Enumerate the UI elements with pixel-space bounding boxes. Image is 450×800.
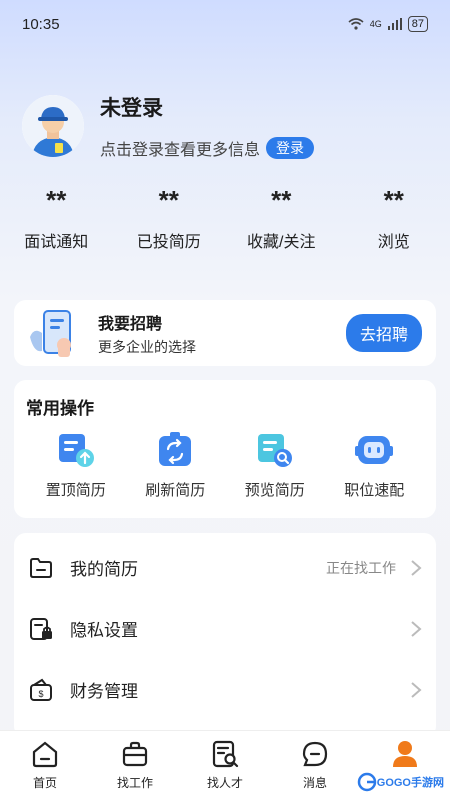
op-label: 预览简历 [244, 482, 305, 499]
status-bar: 10:35 4G 87 [0, 0, 450, 48]
recruit-title: 我要招聘 [98, 315, 163, 333]
avatar-worker-icon [22, 95, 84, 157]
tab-label: 找人才 [206, 776, 243, 790]
privacy-lock-icon [28, 616, 54, 642]
avatar[interactable] [22, 95, 84, 157]
user-icon [390, 739, 420, 769]
status-icons: 4G 87 [348, 16, 428, 32]
folder-icon [28, 555, 54, 581]
watermark-logo: GOGO手游网 [357, 772, 444, 792]
login-button[interactable]: 登录 [266, 137, 315, 159]
svg-text:$: $ [38, 689, 43, 699]
chevron-right-icon [411, 681, 422, 698]
tab-home[interactable]: 首页 [0, 731, 90, 800]
stat-label: 收藏/关注 [247, 234, 316, 251]
stat-interview-notice[interactable]: ** 面试通知 [0, 182, 113, 252]
preview-resume-icon [254, 429, 296, 471]
network-type: 4G [369, 19, 382, 29]
tab-label: 消息 [302, 776, 327, 790]
home-icon [30, 739, 60, 769]
common-operations-card: 常用操作 置顶简历 刷新简历 预览简历 职位速配 [14, 380, 436, 518]
menu-label: 我的简历 [70, 560, 138, 579]
find-talent-icon [210, 739, 240, 769]
stat-label: 面试通知 [24, 234, 89, 251]
signal-icon [387, 18, 402, 30]
menu-item-my-resume[interactable]: 我的简历 正在找工作 [14, 539, 436, 596]
wifi-icon [348, 18, 364, 30]
tab-find-job[interactable]: 找工作 [90, 731, 180, 800]
op-label: 职位速配 [344, 482, 405, 499]
stat-views[interactable]: ** 浏览 [338, 182, 450, 252]
op-pin-resume[interactable]: 置顶简历 [26, 429, 126, 500]
recruit-phone-icon [30, 310, 71, 357]
login-hint[interactable]: 点击登录查看更多信息 [100, 136, 260, 160]
menu-item-privacy[interactable]: 隐私设置 [14, 600, 436, 657]
wallet-icon: $ [28, 677, 54, 703]
resume-top-icon [55, 429, 97, 471]
stat-value: ** [383, 185, 404, 215]
stat-sent-resumes[interactable]: ** 已投简历 [113, 182, 226, 252]
username[interactable]: 未登录 [100, 92, 314, 122]
recruit-subtitle: 更多企业的选择 [98, 338, 196, 355]
menu-label: 财务管理 [70, 682, 138, 701]
battery-indicator: 87 [407, 16, 428, 32]
chevron-right-icon [411, 559, 422, 576]
stat-label: 浏览 [377, 234, 410, 251]
go-recruit-button[interactable]: 去招聘 [345, 314, 422, 352]
watermark-text: GOGO手游网 [376, 777, 444, 789]
menu-item-finance[interactable]: $ 财务管理 [14, 661, 436, 718]
stat-value: ** [46, 185, 67, 215]
stats-row: ** 面试通知 ** 已投简历 ** 收藏/关注 ** 浏览 [0, 182, 450, 252]
stat-favorites[interactable]: ** 收藏/关注 [225, 182, 338, 252]
recruit-card[interactable]: 我要招聘 更多企业的选择 去招聘 [14, 300, 436, 366]
tab-messages[interactable]: 消息 [270, 731, 360, 800]
menu-label: 隐私设置 [70, 621, 138, 640]
profile-header[interactable]: 未登录 点击登录查看更多信息 登录 [22, 92, 315, 160]
op-preview-resume[interactable]: 预览简历 [225, 429, 325, 500]
tab-label: 首页 [32, 776, 57, 790]
message-icon [300, 739, 330, 769]
stat-value: ** [271, 185, 292, 215]
tab-label: 找工作 [116, 776, 153, 790]
settings-menu: 我的简历 正在找工作 隐私设置 $ 财务管理 [14, 533, 436, 738]
stat-value: ** [158, 185, 179, 215]
status-time: 10:35 [22, 15, 60, 33]
chevron-right-icon [411, 620, 422, 637]
tab-find-talent[interactable]: 找人才 [180, 731, 270, 800]
job-status-value: 正在找工作 [326, 559, 396, 576]
refresh-resume-icon [154, 429, 196, 471]
gogo-logo-icon [357, 772, 377, 792]
op-job-match[interactable]: 职位速配 [325, 429, 425, 500]
op-refresh-resume[interactable]: 刷新简历 [126, 429, 226, 500]
section-title: 常用操作 [26, 399, 94, 418]
op-label: 刷新简历 [145, 482, 206, 499]
briefcase-icon [120, 739, 150, 769]
stat-label: 已投简历 [136, 234, 201, 251]
op-label: 置顶简历 [45, 482, 106, 499]
job-match-icon [353, 429, 395, 471]
